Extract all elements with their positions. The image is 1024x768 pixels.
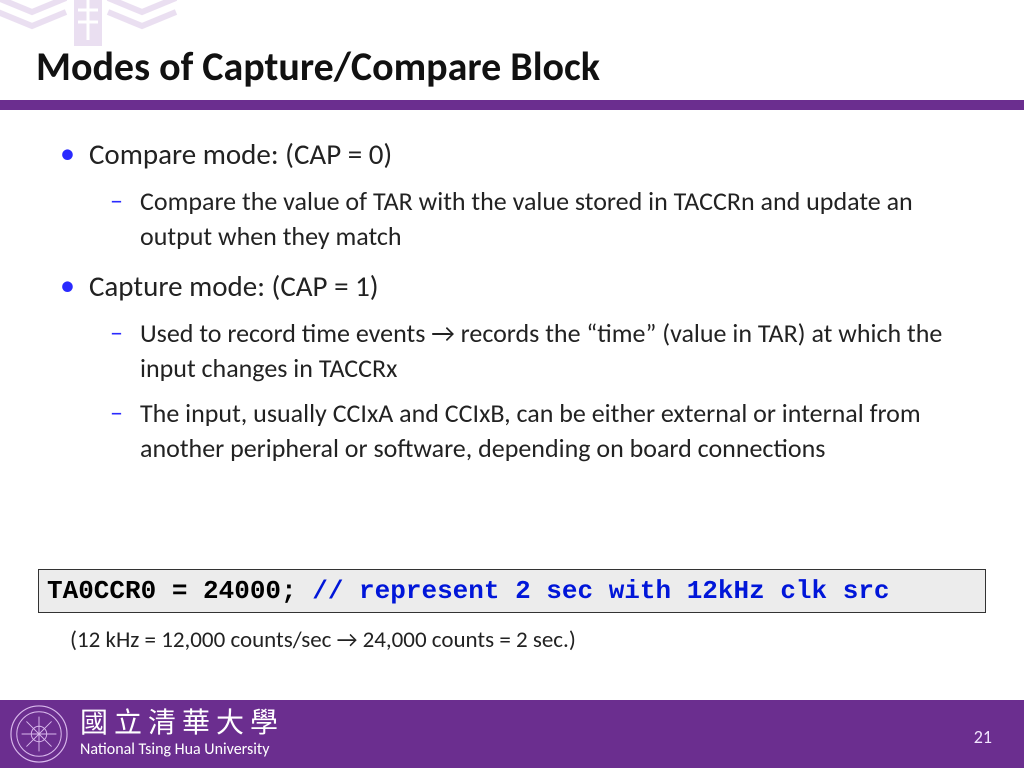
subbullet-text: The input, usually CCIxA and CCIxB, can … [140,396,970,466]
code-example: TA0CCR0 = 24000; // represent 2 sec with… [38,569,986,613]
subbullet: – Compare the value of TAR with the valu… [110,184,970,254]
slide-content: • Compare mode: (CAP = 0) – Compare the … [54,128,970,476]
bullet-icon: • [60,268,75,304]
bullet-text: Capture mode: (CAP = 1) [89,268,970,306]
dash-icon: – [110,316,128,349]
subbullet: – Used to record time events → records t… [110,316,970,386]
bullet-icon: • [60,136,75,172]
subbullet: – The input, usually CCIxA and CCIxB, ca… [110,396,970,466]
university-name-zh: 國立清華大學 [80,710,284,738]
bullet-capture-mode: • Capture mode: (CAP = 1) [54,268,970,306]
subbullet-text: Used to record time events → records the… [140,316,970,386]
university-name: 國立清華大學 National Tsing Hua University [80,710,284,759]
bullet-text: Compare mode: (CAP = 0) [89,136,970,174]
subbullet-text: Compare the value of TAR with the value … [140,184,970,254]
code-statement: TA0CCR0 = 24000; [47,576,297,606]
dash-icon: – [110,184,128,217]
university-seal-icon [10,705,68,763]
dash-icon: – [110,396,128,429]
title-underline [0,100,1024,110]
code-comment: // represent 2 sec with 12kHz clk src [297,576,890,606]
calculation-note: (12 kHz = 12,000 counts/sec → 24,000 cou… [70,626,576,654]
page-number: 21 [974,726,992,748]
slide: Modes of Capture/Compare Block • Compare… [0,0,1024,768]
university-name-en: National Tsing Hua University [80,740,284,759]
bullet-compare-mode: • Compare mode: (CAP = 0) [54,136,970,174]
slide-title: Modes of Capture/Compare Block [36,42,600,91]
footer: 國立清華大學 National Tsing Hua University 21 [0,700,1024,768]
